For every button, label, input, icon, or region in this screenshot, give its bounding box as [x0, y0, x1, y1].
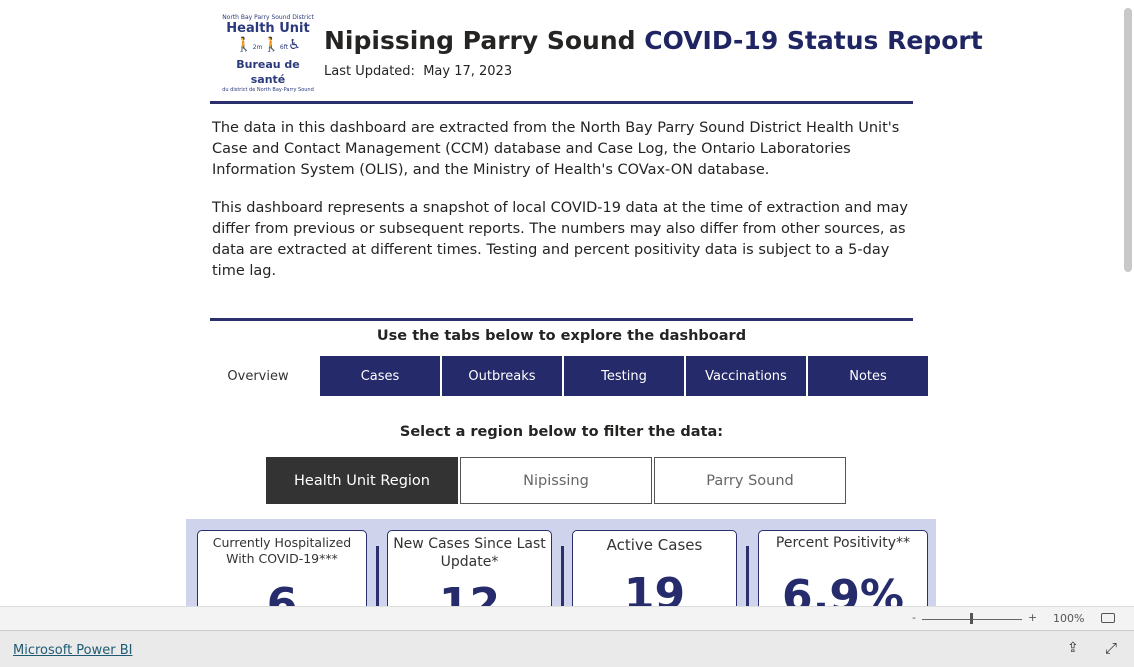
- share-icon[interactable]: ⇪: [1067, 640, 1079, 656]
- kpi-value: 6.9%: [781, 571, 905, 606]
- divider: [210, 101, 913, 104]
- kpi-card-new-cases: New Cases Since Last Update* 12: [387, 530, 552, 606]
- updated-date: May 17, 2023: [423, 64, 513, 79]
- divider: [746, 546, 749, 606]
- tab-testing[interactable]: Testing: [564, 356, 684, 396]
- vertical-scrollbar[interactable]: [1124, 8, 1132, 272]
- power-bi-link[interactable]: Microsoft Power BI: [13, 643, 132, 658]
- footer-bar: Microsoft Power BI ⇪ ⤢: [0, 631, 1134, 667]
- kpi-label: Active Cases: [606, 536, 703, 554]
- zoom-in-button[interactable]: +: [1028, 611, 1037, 624]
- tab-cases[interactable]: Cases: [320, 356, 440, 396]
- tab-outbreaks[interactable]: Outbreaks: [442, 356, 562, 396]
- region-nipissing[interactable]: Nipissing: [460, 457, 652, 504]
- kpi-label: New Cases Since Last Update*: [393, 536, 546, 570]
- zoom-level: 100%: [1053, 612, 1085, 625]
- updated-label: Last Updated:: [324, 64, 415, 79]
- tab-bar: Overview Cases Outbreaks Testing Vaccina…: [198, 356, 928, 396]
- kpi-value: 6: [266, 579, 298, 606]
- kpi-value: 19: [623, 569, 686, 606]
- logo-text: 2m: [252, 44, 263, 51]
- divider: [210, 318, 913, 321]
- tabs-heading: Use the tabs below to explore the dashbo…: [376, 328, 747, 344]
- logo-text: Health Unit: [226, 21, 310, 36]
- fullscreen-icon[interactable]: ⤢: [1105, 639, 1117, 657]
- region-parry-sound[interactable]: Parry Sound: [654, 457, 846, 504]
- region-slicer: Health Unit Region Nipissing Parry Sound: [266, 457, 846, 504]
- title-part: Nipissing Parry Sound: [324, 26, 636, 55]
- divider: [561, 546, 564, 606]
- report-canvas: North Bay Parry Sound District Health Un…: [0, 0, 1134, 606]
- logo-text: 6ft: [279, 44, 289, 51]
- logo-text: North Bay Parry Sound District: [222, 14, 314, 21]
- kpi-card-hospitalized: Currently Hospitalized With COVID-19*** …: [197, 530, 367, 606]
- tab-vaccinations[interactable]: Vaccinations: [686, 356, 806, 396]
- health-unit-logo: North Bay Parry Sound District Health Un…: [222, 14, 314, 93]
- intro-paragraph: The data in this dashboard are extracted…: [212, 120, 900, 178]
- logo-text: du district de North Bay-Parry Sound: [222, 87, 314, 93]
- tab-overview[interactable]: Overview: [198, 356, 318, 396]
- kpi-value: 12: [438, 579, 501, 606]
- divider: [376, 546, 379, 606]
- zoom-out-button[interactable]: -: [912, 611, 916, 624]
- kpi-card-active-cases: Active Cases 19: [572, 530, 737, 606]
- people-distancing-icon: 🚶2m🚶6ft♿: [235, 37, 301, 53]
- zoom-slider-handle[interactable]: [970, 613, 973, 624]
- kpi-label: Currently Hospitalized With COVID-19***: [212, 535, 352, 566]
- kpi-card-percent-positivity: Percent Positivity** 6.9%: [758, 530, 928, 606]
- logo-text: Bureau de santé: [236, 58, 300, 86]
- intro-paragraph: This dashboard represents a snapshot of …: [212, 200, 908, 279]
- fit-to-page-icon[interactable]: [1101, 613, 1115, 623]
- region-health-unit[interactable]: Health Unit Region: [266, 457, 458, 504]
- tab-notes[interactable]: Notes: [808, 356, 928, 396]
- kpi-label: Percent Positivity**: [775, 535, 911, 551]
- title-part: COVID-19 Status Report: [644, 26, 983, 55]
- last-updated: Last Updated: May 17, 2023: [324, 64, 512, 79]
- page-title: Nipissing Parry Sound COVID-19 Status Re…: [324, 26, 983, 55]
- zoom-bar: - + 100%: [0, 606, 1134, 631]
- region-heading: Select a region below to filter the data…: [399, 424, 724, 440]
